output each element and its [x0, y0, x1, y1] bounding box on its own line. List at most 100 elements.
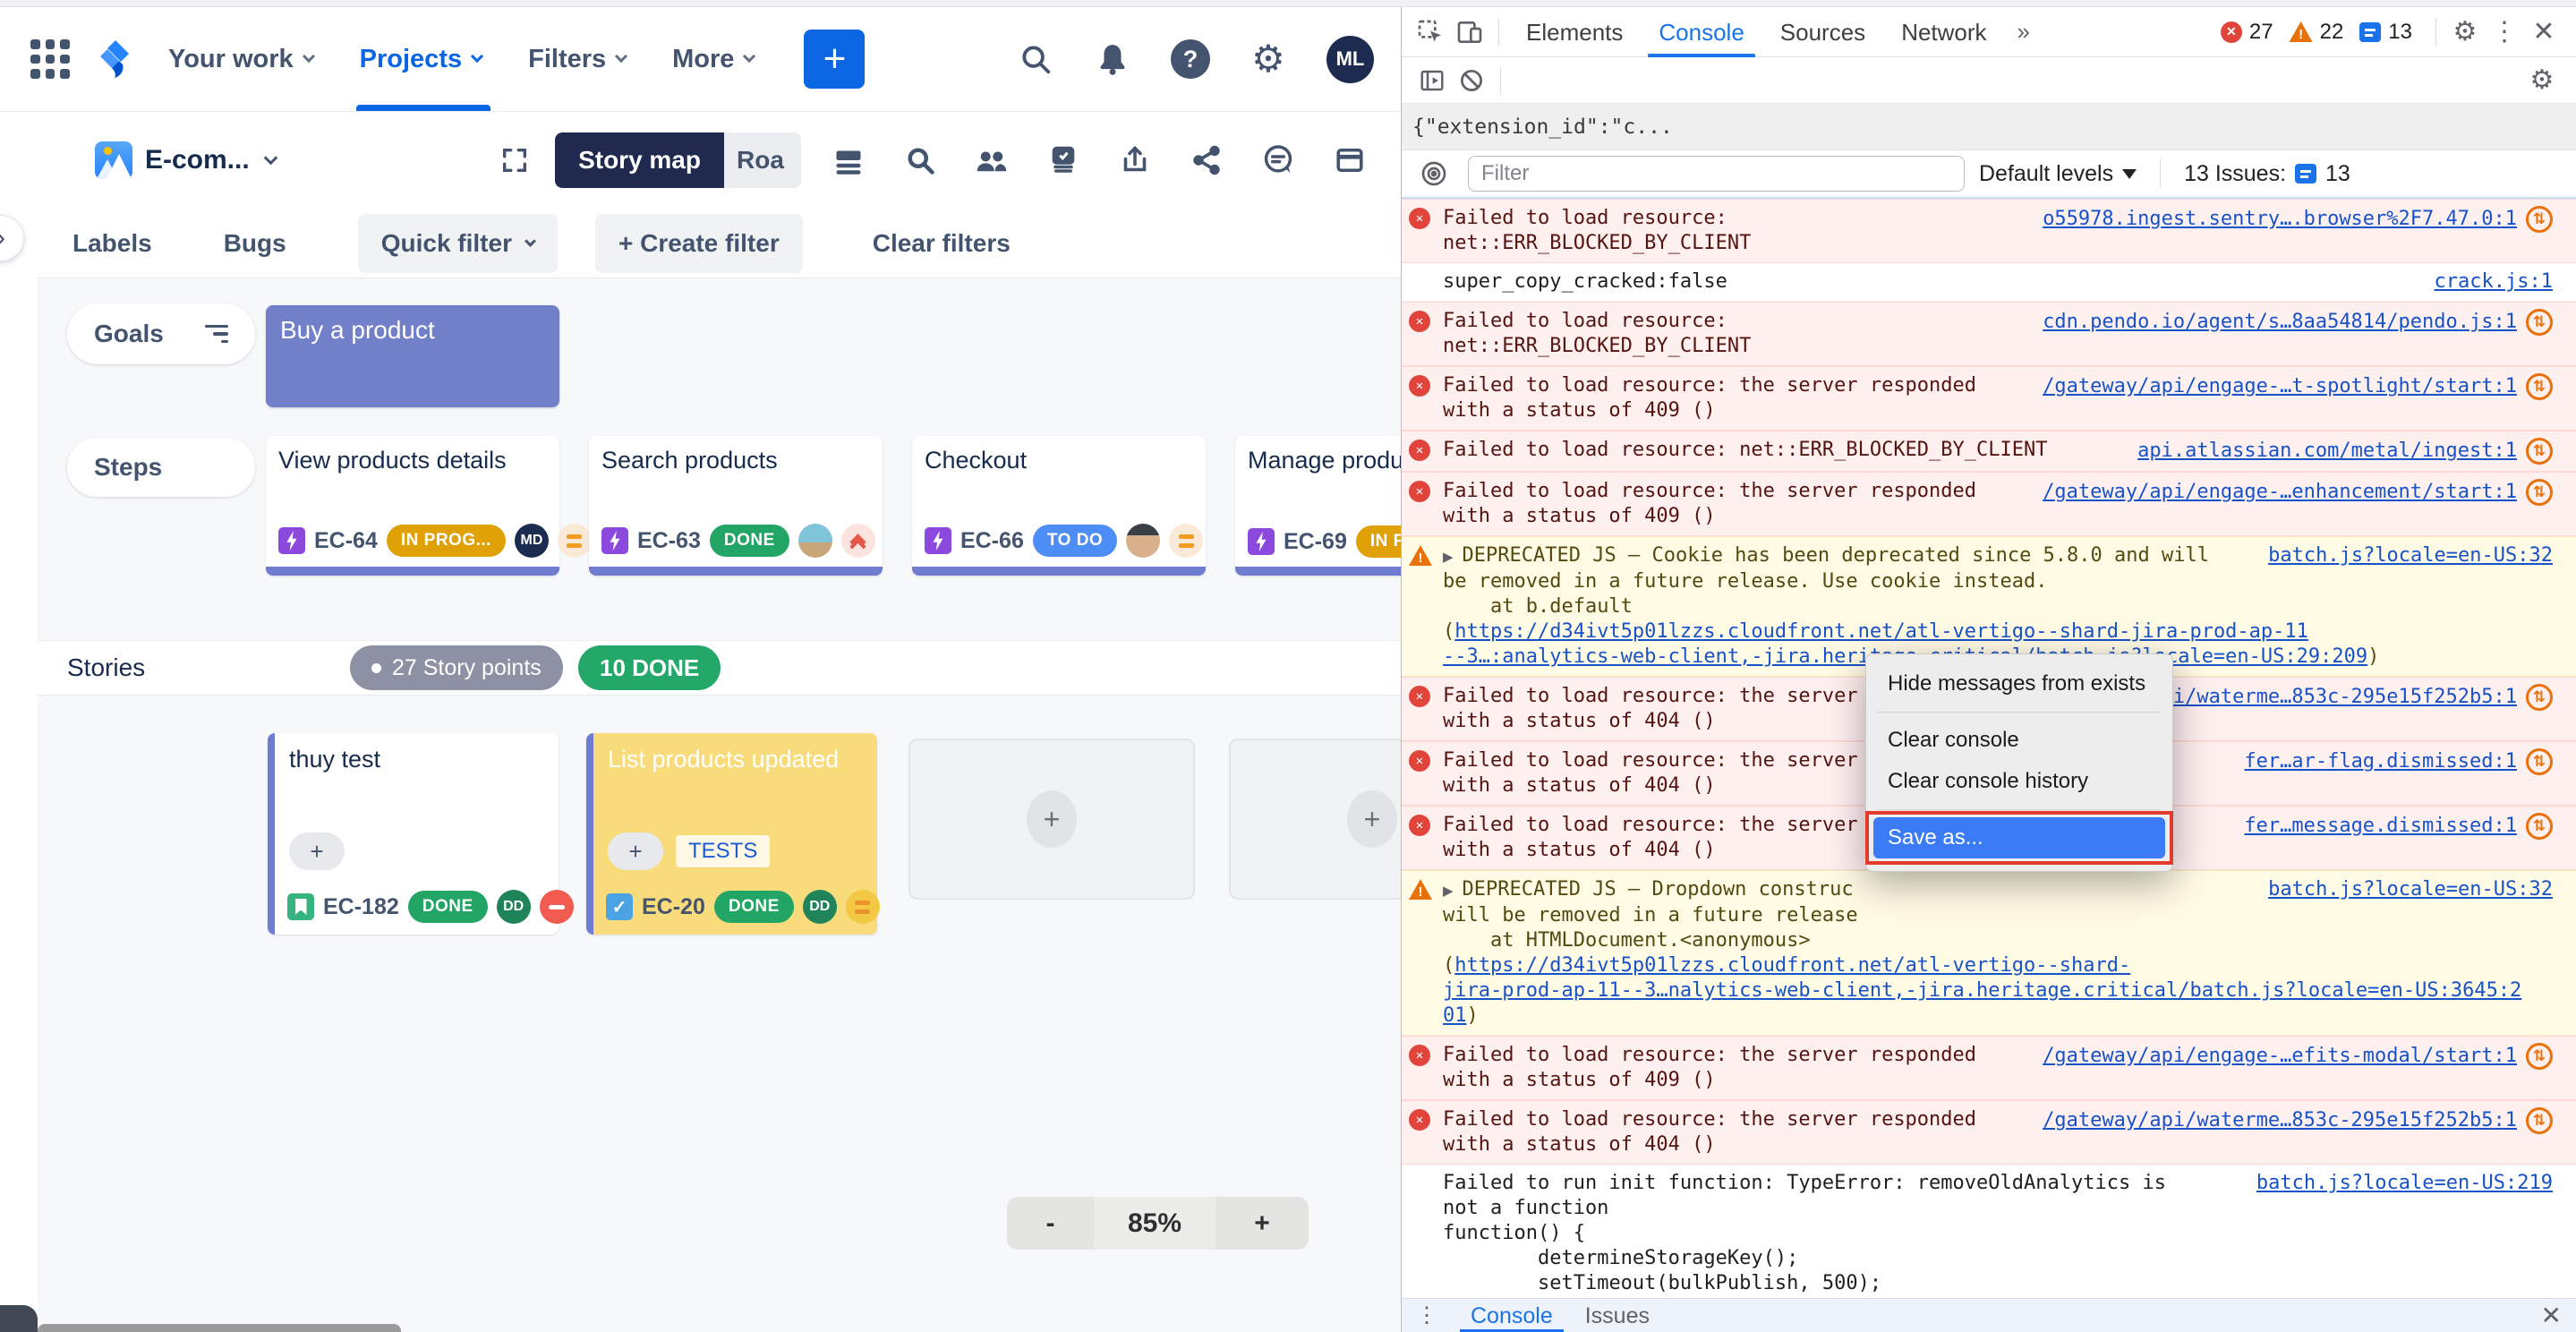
help-button-partial[interactable]: [0, 1305, 38, 1332]
extension-icon[interactable]: ⇅: [2526, 479, 2553, 506]
fullscreen-icon[interactable]: [498, 143, 532, 177]
console-status-badges[interactable]: ✕ 27 22 13: [2221, 20, 2421, 45]
console-settings-gear-icon[interactable]: ⚙: [2522, 63, 2562, 98]
console-inline-link[interactable]: 01: [1443, 1004, 1467, 1027]
issue-key[interactable]: EC-63: [637, 528, 701, 554]
console-source-link[interactable]: batch.js?locale=en-US:32: [2268, 543, 2553, 568]
console-filter-input[interactable]: [1468, 156, 1965, 192]
console-source-link[interactable]: /gateway/api/engage-…t-spotlight/start:1: [2043, 374, 2517, 399]
console-sidebar-icon[interactable]: [1412, 63, 1452, 98]
devtools-menu-dots-icon[interactable]: ⋮: [2485, 14, 2524, 50]
jira-logo[interactable]: [93, 38, 140, 80]
console-source-link[interactable]: fer…message.dismissed:1: [2244, 814, 2517, 839]
rows-menu-icon[interactable]: [832, 143, 866, 177]
console-inline-link[interactable]: https://d34ivt5p01lzzs.cloudfront.net/at…: [1454, 620, 2308, 643]
drawer-menu-dots-icon[interactable]: ⋮: [1416, 1302, 1438, 1328]
help-icon[interactable]: ?: [1171, 39, 1210, 79]
add-label-button[interactable]: +: [608, 832, 663, 870]
issue-key[interactable]: EC-182: [323, 894, 399, 920]
console-source-link[interactable]: cdn.pendo.io/agent/s…8aa54814/pendo.js:1: [2043, 310, 2517, 335]
console-source-link[interactable]: api.atlassian.com/metal/ingest:1: [2137, 439, 2517, 464]
board-search-icon[interactable]: [903, 143, 937, 177]
issue-key[interactable]: EC-66: [960, 528, 1024, 554]
label-chip[interactable]: TESTS: [676, 835, 770, 867]
add-label-button[interactable]: +: [289, 832, 345, 870]
export-icon[interactable]: [1118, 143, 1152, 177]
console-inline-link[interactable]: jira-prod-ap-11--3…nalytics-web-client,-…: [1443, 979, 2521, 1002]
devtools-close-icon[interactable]: ✕: [2524, 14, 2563, 50]
devtools-tab-sources[interactable]: Sources: [1762, 7, 1883, 57]
issues-counter[interactable]: 13 Issues: 13: [2184, 161, 2350, 187]
device-toolbar-icon[interactable]: [1450, 14, 1489, 50]
expand-caret-icon[interactable]: ▶: [1443, 549, 1454, 565]
assignee-avatar[interactable]: [1126, 524, 1160, 558]
console-source-link[interactable]: /gateway/api/engage-…enhancement/start:1: [2043, 480, 2517, 505]
status-badge[interactable]: TO DO: [1033, 525, 1117, 557]
team-icon[interactable]: [975, 143, 1009, 177]
create-filter-button[interactable]: + Create filter: [595, 214, 803, 273]
zoom-out-button[interactable]: -: [1007, 1197, 1094, 1250]
more-tabs-icon[interactable]: »: [2005, 18, 2041, 46]
status-badge[interactable]: IN PROG...: [387, 525, 506, 557]
quick-filter-dropdown[interactable]: Quick filter: [358, 214, 558, 273]
eye-icon[interactable]: [1414, 156, 1454, 192]
goals-row-pill[interactable]: Goals: [67, 303, 255, 364]
clear-filters-button[interactable]: Clear filters: [873, 229, 1011, 258]
user-avatar[interactable]: ML: [1326, 36, 1374, 83]
devtools-tab-console[interactable]: Console: [1641, 7, 1761, 57]
empty-story-cell[interactable]: +: [1229, 739, 1401, 900]
project-avatar-icon[interactable]: [95, 141, 132, 179]
console-inline-link[interactable]: https://d34ivt5p01lzzs.cloudfront.net/at…: [1454, 954, 2130, 977]
story-card[interactable]: thuy test + EC-182 DONE DD: [268, 733, 559, 935]
log-levels-dropdown[interactable]: Default levels: [1979, 161, 2137, 187]
extension-icon[interactable]: ⇅: [2526, 206, 2553, 233]
console-pinned-expression[interactable]: {"extension_id":"c...: [1402, 104, 2576, 150]
project-name[interactable]: E-com...: [145, 145, 250, 175]
empty-story-cell[interactable]: +: [908, 739, 1195, 900]
console-source-link[interactable]: crack.js:1: [2435, 269, 2553, 295]
step-card[interactable]: Search products EC-63 DONE: [589, 436, 883, 576]
sprint-board-icon[interactable]: [1046, 143, 1080, 177]
status-badge[interactable]: DONE: [408, 891, 488, 923]
status-badge[interactable]: DONE: [714, 891, 794, 923]
window-layout-icon[interactable]: [1333, 143, 1367, 177]
status-badge[interactable]: IN PROG...: [1356, 525, 1401, 558]
chevron-down-icon[interactable]: [263, 150, 277, 165]
filter-bugs[interactable]: Bugs: [224, 229, 286, 258]
console-source-link[interactable]: /gateway/api/waterme…853c-295e15f252b5:1: [2043, 1108, 2517, 1133]
view-toggle-story-map[interactable]: Story map: [555, 132, 724, 188]
horizontal-scrollbar-thumb[interactable]: [38, 1324, 401, 1332]
nav-item-more[interactable]: More: [672, 7, 754, 111]
issue-key[interactable]: EC-20: [642, 894, 705, 920]
assignee-avatar[interactable]: DD: [497, 890, 531, 924]
create-button[interactable]: +: [804, 30, 865, 89]
extension-icon[interactable]: ⇅: [2526, 309, 2553, 336]
add-card-button[interactable]: +: [1027, 790, 1077, 848]
context-menu-item-save-as[interactable]: Save as...: [1873, 817, 2165, 858]
context-menu-item-clear-console-history[interactable]: Clear console history: [1866, 761, 2172, 802]
devtools-settings-gear-icon[interactable]: ⚙: [2445, 14, 2485, 50]
extension-icon[interactable]: ⇅: [2526, 813, 2553, 840]
extension-icon[interactable]: ⇅: [2526, 438, 2553, 465]
drawer-tab-issues[interactable]: Issues: [1569, 1299, 1666, 1332]
expand-sidebar-button[interactable]: ›: [0, 215, 24, 261]
assignee-avatar[interactable]: MD: [515, 524, 549, 558]
extension-icon[interactable]: ⇅: [2526, 748, 2553, 775]
story-card[interactable]: List products updated + TESTS ✓ EC-20 DO…: [586, 733, 877, 935]
nav-item-projects[interactable]: Projects: [360, 7, 482, 111]
issue-key[interactable]: EC-64: [314, 528, 378, 554]
extension-icon[interactable]: ⇅: [2526, 1107, 2553, 1134]
assignee-avatar[interactable]: DD: [803, 890, 837, 924]
assignee-avatar[interactable]: [798, 524, 832, 558]
view-toggle-roadmap[interactable]: Roa: [724, 132, 801, 188]
settings-gear-icon[interactable]: ⚙: [1250, 40, 1287, 78]
zoom-in-button[interactable]: +: [1215, 1197, 1309, 1250]
nav-item-your-work[interactable]: Your work: [168, 7, 313, 111]
step-card[interactable]: Manage products EC-69 IN PROG...: [1235, 436, 1401, 576]
context-menu-item-hide-messages-from-exists[interactable]: Hide messages from exists: [1866, 663, 2172, 704]
devtools-tab-network[interactable]: Network: [1883, 7, 2004, 57]
notifications-bell-icon[interactable]: [1094, 40, 1131, 78]
step-card[interactable]: Checkout EC-66 TO DO: [912, 436, 1206, 576]
drawer-close-icon[interactable]: ✕: [2541, 1301, 2562, 1330]
drawer-tab-console[interactable]: Console: [1454, 1299, 1569, 1332]
